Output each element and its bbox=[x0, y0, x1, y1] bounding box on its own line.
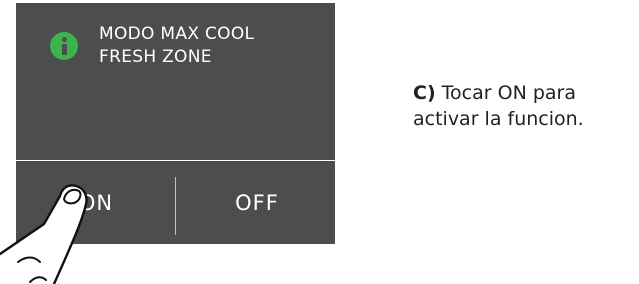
display-panel: MODO MAX COOL FRESH ZONE ON OFF bbox=[16, 3, 335, 244]
instruction-text: C) Tocar ON para activar la funcion. bbox=[413, 80, 584, 132]
off-button-label: OFF bbox=[235, 190, 279, 215]
vertical-divider bbox=[175, 177, 176, 235]
on-button[interactable]: ON bbox=[46, 161, 146, 244]
panel-message: MODO MAX COOL FRESH ZONE bbox=[99, 23, 254, 69]
info-icon bbox=[50, 32, 78, 60]
instruction-line-2: activar la funcion. bbox=[413, 108, 584, 130]
instruction-line-1-text: Tocar ON para bbox=[435, 82, 576, 104]
instruction-line-1: C) Tocar ON para bbox=[413, 80, 584, 106]
on-button-label: ON bbox=[78, 190, 114, 215]
message-line-2: FRESH ZONE bbox=[99, 47, 212, 67]
off-button[interactable]: OFF bbox=[197, 161, 317, 244]
instruction-step: C) bbox=[413, 82, 436, 104]
message-line-1: MODO MAX COOL bbox=[99, 24, 255, 44]
